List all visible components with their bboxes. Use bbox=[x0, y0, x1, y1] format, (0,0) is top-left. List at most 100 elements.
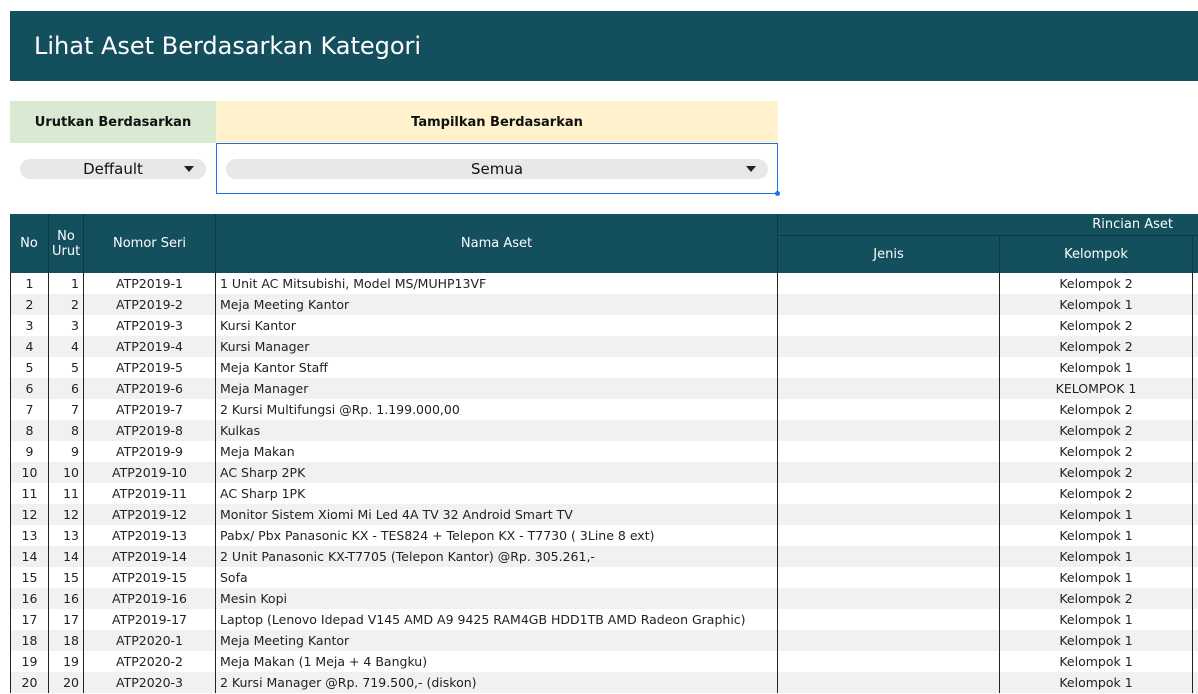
cell-no[interactable]: 9 bbox=[10, 441, 49, 462]
cell-jenis[interactable] bbox=[778, 630, 1000, 651]
cell-jenis[interactable] bbox=[778, 462, 1000, 483]
cell-no[interactable]: 12 bbox=[10, 504, 49, 525]
cell-nama-aset[interactable]: Kursi Kantor bbox=[216, 315, 778, 336]
cell-jenis[interactable] bbox=[778, 651, 1000, 672]
cell-nomor-seri[interactable]: ATP2019-16 bbox=[84, 588, 216, 609]
table-row[interactable]: 5 5 ATP2019-5 Meja Kantor Staff Kelompok 1 bbox=[10, 357, 1198, 378]
cell-kelompok[interactable]: Kelompok 1 bbox=[1000, 294, 1193, 315]
cell-nama-aset[interactable]: Meja Makan bbox=[216, 441, 778, 462]
cell-no-urut[interactable]: 7 bbox=[49, 399, 84, 420]
cell-no-urut[interactable]: 18 bbox=[49, 630, 84, 651]
cell-no-urut[interactable]: 2 bbox=[49, 294, 84, 315]
cell-nomor-seri[interactable]: ATP2020-3 bbox=[84, 672, 216, 693]
cell-nama-aset[interactable]: Mesin Kopi bbox=[216, 588, 778, 609]
cell-nama-aset[interactable]: Kulkas bbox=[216, 420, 778, 441]
cell-no[interactable]: 20 bbox=[10, 672, 49, 693]
table-row[interactable]: 1 1 ATP2019-1 1 Unit AC Mitsubishi, Model M… bbox=[10, 273, 1198, 294]
cell-jenis[interactable] bbox=[778, 483, 1000, 504]
cell-nomor-seri[interactable]: ATP2019-7 bbox=[84, 399, 216, 420]
cell-nomor-seri[interactable]: ATP2019-9 bbox=[84, 441, 216, 462]
cell-no[interactable]: 16 bbox=[10, 588, 49, 609]
cell-no[interactable]: 13 bbox=[10, 525, 49, 546]
cell-kelompok[interactable]: Kelompok 2 bbox=[1000, 420, 1193, 441]
cell-jenis[interactable] bbox=[778, 504, 1000, 525]
cell-jenis[interactable] bbox=[778, 441, 1000, 462]
selection-handle[interactable] bbox=[775, 191, 780, 196]
cell-no[interactable]: 18 bbox=[10, 630, 49, 651]
cell-no[interactable]: 17 bbox=[10, 609, 49, 630]
cell-jenis[interactable] bbox=[778, 546, 1000, 567]
cell-jenis[interactable] bbox=[778, 420, 1000, 441]
cell-nomor-seri[interactable]: ATP2019-1 bbox=[84, 273, 216, 294]
cell-no-urut[interactable]: 5 bbox=[49, 357, 84, 378]
cell-nomor-seri[interactable]: ATP2019-17 bbox=[84, 609, 216, 630]
cell-nama-aset[interactable]: Meja Makan (1 Meja + 4 Bangku) bbox=[216, 651, 778, 672]
cell-nomor-seri[interactable]: ATP2020-1 bbox=[84, 630, 216, 651]
table-row[interactable]: 3 3 ATP2019-3 Kursi Kantor Kelompok 2 bbox=[10, 315, 1198, 336]
cell-no[interactable]: 5 bbox=[10, 357, 49, 378]
table-row[interactable]: 13 13 ATP2019-13 Pabx/ Pbx Panasonic KX - T… bbox=[10, 525, 1198, 546]
cell-kelompok[interactable]: Kelompok 1 bbox=[1000, 357, 1193, 378]
cell-nama-aset[interactable]: Sofa bbox=[216, 567, 778, 588]
cell-no-urut[interactable]: 17 bbox=[49, 609, 84, 630]
sort-by-dropdown[interactable]: Deffault bbox=[20, 159, 206, 179]
cell-kelompok[interactable]: Kelompok 1 bbox=[1000, 672, 1193, 693]
cell-no[interactable]: 7 bbox=[10, 399, 49, 420]
cell-kelompok[interactable]: KELOMPOK 1 bbox=[1000, 378, 1193, 399]
cell-no-urut[interactable]: 11 bbox=[49, 483, 84, 504]
table-row[interactable]: 2 2 ATP2019-2 Meja Meeting Kantor Kelompok 1 bbox=[10, 294, 1198, 315]
cell-no-urut[interactable]: 13 bbox=[49, 525, 84, 546]
cell-nomor-seri[interactable]: ATP2019-14 bbox=[84, 546, 216, 567]
cell-jenis[interactable] bbox=[778, 588, 1000, 609]
cell-jenis[interactable] bbox=[778, 567, 1000, 588]
cell-jenis[interactable] bbox=[778, 378, 1000, 399]
cell-no[interactable]: 10 bbox=[10, 462, 49, 483]
cell-no-urut[interactable]: 1 bbox=[49, 273, 84, 294]
cell-nomor-seri[interactable]: ATP2019-6 bbox=[84, 378, 216, 399]
cell-no[interactable]: 14 bbox=[10, 546, 49, 567]
cell-no[interactable]: 3 bbox=[10, 315, 49, 336]
cell-no-urut[interactable]: 14 bbox=[49, 546, 84, 567]
cell-no-urut[interactable]: 16 bbox=[49, 588, 84, 609]
table-row[interactable]: 6 6 ATP2019-6 Meja Manager KELOMPOK 1 bbox=[10, 378, 1198, 399]
table-row[interactable]: 17 17 ATP2019-17 Laptop (Lenovo Idepad V145… bbox=[10, 609, 1198, 630]
cell-kelompok[interactable]: Kelompok 2 bbox=[1000, 462, 1193, 483]
table-row[interactable]: 9 9 ATP2019-9 Meja Makan Kelompok 2 bbox=[10, 441, 1198, 462]
cell-nama-aset[interactable]: 1 Unit AC Mitsubishi, Model MS/MUHP13VF bbox=[216, 273, 778, 294]
cell-nama-aset[interactable]: Meja Meeting Kantor bbox=[216, 294, 778, 315]
cell-nama-aset[interactable]: Pabx/ Pbx Panasonic KX - TES824 + Telepo… bbox=[216, 525, 778, 546]
cell-kelompok[interactable]: Kelompok 2 bbox=[1000, 588, 1193, 609]
cell-no[interactable]: 4 bbox=[10, 336, 49, 357]
cell-nama-aset[interactable]: Meja Kantor Staff bbox=[216, 357, 778, 378]
cell-no-urut[interactable]: 10 bbox=[49, 462, 84, 483]
cell-kelompok[interactable]: Kelompok 1 bbox=[1000, 504, 1193, 525]
cell-kelompok[interactable]: Kelompok 1 bbox=[1000, 567, 1193, 588]
cell-no[interactable]: 8 bbox=[10, 420, 49, 441]
cell-nama-aset[interactable]: AC Sharp 1PK bbox=[216, 483, 778, 504]
cell-kelompok[interactable]: Kelompok 2 bbox=[1000, 315, 1193, 336]
cell-kelompok[interactable]: Kelompok 1 bbox=[1000, 651, 1193, 672]
table-row[interactable]: 16 16 ATP2019-16 Mesin Kopi Kelompok 2 bbox=[10, 588, 1198, 609]
table-row[interactable]: 18 18 ATP2020-1 Meja Meeting Kantor Kelompok… bbox=[10, 630, 1198, 651]
cell-nama-aset[interactable]: Meja Meeting Kantor bbox=[216, 630, 778, 651]
cell-nama-aset[interactable]: Meja Manager bbox=[216, 378, 778, 399]
cell-no[interactable]: 15 bbox=[10, 567, 49, 588]
cell-no-urut[interactable]: 20 bbox=[49, 672, 84, 693]
cell-jenis[interactable] bbox=[778, 672, 1000, 693]
cell-no-urut[interactable]: 15 bbox=[49, 567, 84, 588]
cell-nomor-seri[interactable]: ATP2019-13 bbox=[84, 525, 216, 546]
cell-no-urut[interactable]: 8 bbox=[49, 420, 84, 441]
table-row[interactable]: 20 20 ATP2020-3 2 Kursi Manager @Rp. 719.50… bbox=[10, 672, 1198, 693]
cell-jenis[interactable] bbox=[778, 399, 1000, 420]
cell-nomor-seri[interactable]: ATP2019-5 bbox=[84, 357, 216, 378]
show-by-dropdown[interactable]: Semua bbox=[226, 159, 768, 179]
cell-no[interactable]: 19 bbox=[10, 651, 49, 672]
cell-nama-aset[interactable]: Laptop (Lenovo Idepad V145 AMD A9 9425 R… bbox=[216, 609, 778, 630]
cell-nama-aset[interactable]: 2 Kursi Multifungsi @Rp. 1.199.000,00 bbox=[216, 399, 778, 420]
cell-nomor-seri[interactable]: ATP2019-8 bbox=[84, 420, 216, 441]
cell-nama-aset[interactable]: 2 Kursi Manager @Rp. 719.500,- (diskon) bbox=[216, 672, 778, 693]
cell-nomor-seri[interactable]: ATP2020-2 bbox=[84, 651, 216, 672]
cell-nama-aset[interactable]: Kursi Manager bbox=[216, 336, 778, 357]
table-row[interactable]: 12 12 ATP2019-12 Monitor Sistem Xiomi Mi Le… bbox=[10, 504, 1198, 525]
cell-kelompok[interactable]: Kelompok 2 bbox=[1000, 273, 1193, 294]
